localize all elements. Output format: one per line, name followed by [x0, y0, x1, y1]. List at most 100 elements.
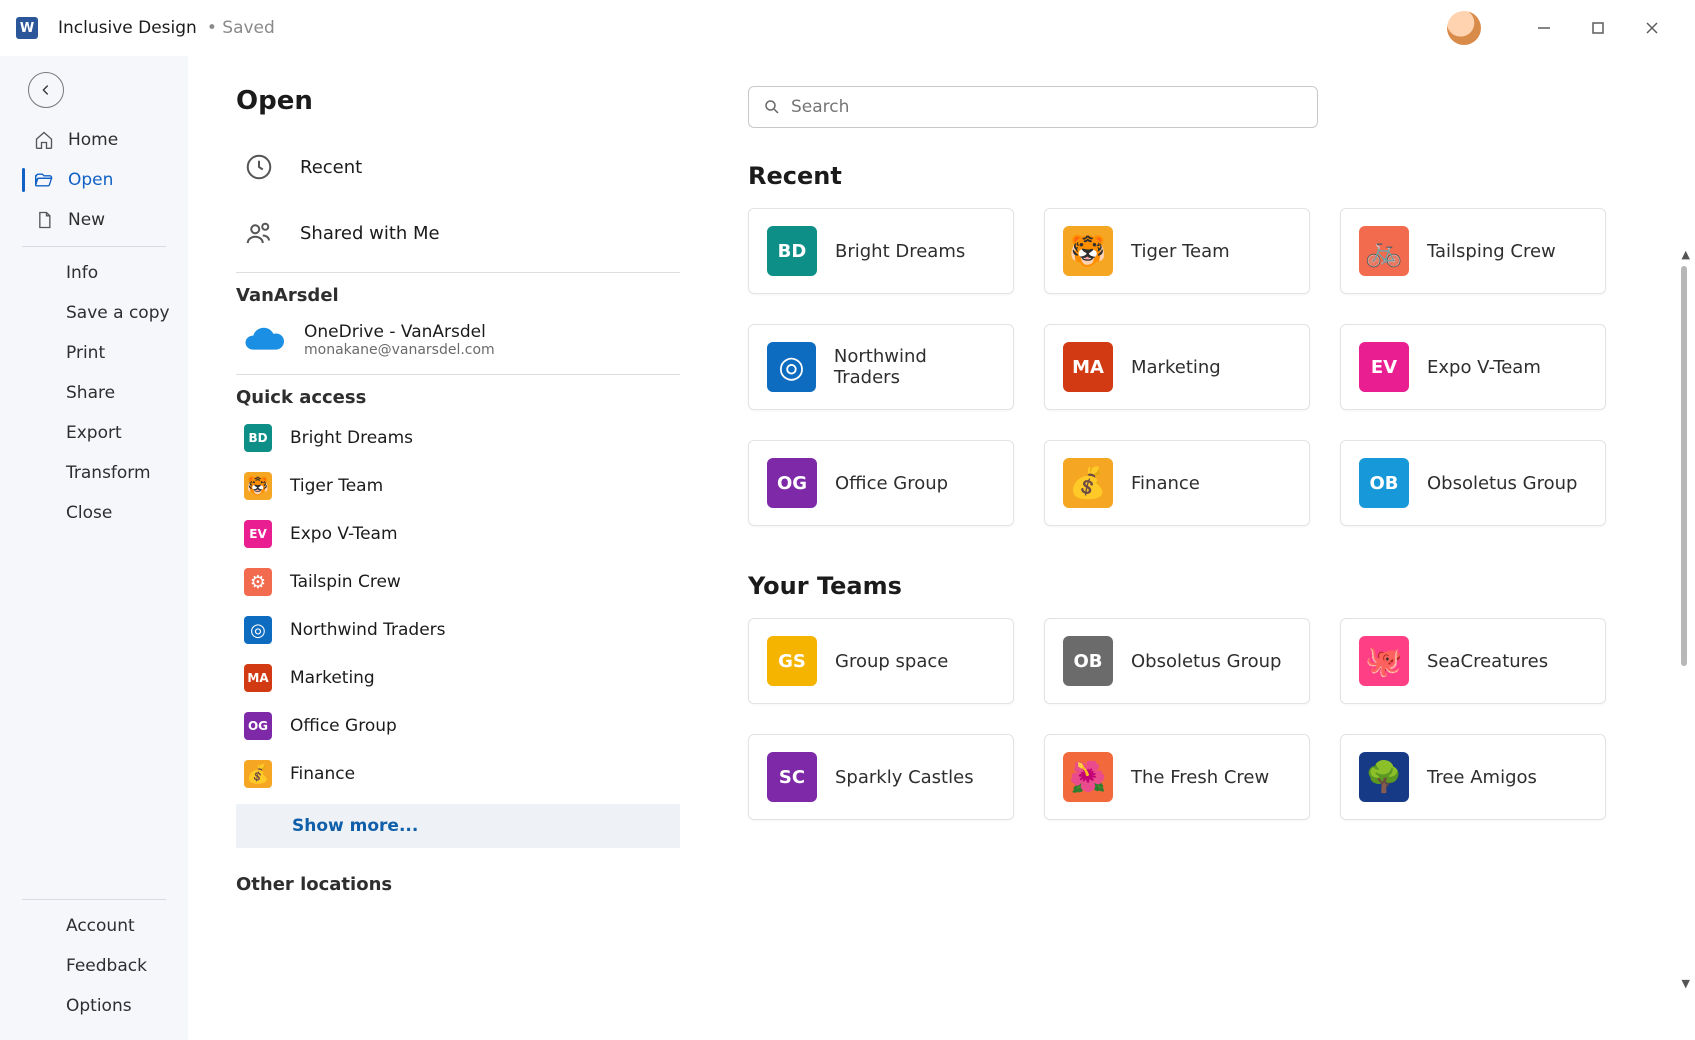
- team-card-label: SeaCreatures: [1427, 651, 1548, 672]
- nav-print-label: Print: [66, 343, 105, 363]
- quick-access-item[interactable]: BD Bright Dreams: [236, 414, 680, 462]
- account-section-label: VanArsdel: [236, 285, 680, 306]
- team-card[interactable]: 🐙 SeaCreatures: [1340, 618, 1606, 704]
- nav-account-label: Account: [66, 916, 135, 936]
- team-card[interactable]: OBObsoletus Group: [1044, 618, 1310, 704]
- nav-new[interactable]: New: [0, 200, 188, 240]
- team-card-label: Sparkly Castles: [835, 767, 974, 788]
- search-box[interactable]: [748, 86, 1318, 128]
- nav-divider: [22, 246, 166, 247]
- nav-feedback[interactable]: Feedback: [0, 946, 188, 986]
- team-card[interactable]: BD Bright Dreams: [748, 208, 1014, 294]
- nav-transform[interactable]: Transform: [0, 453, 188, 493]
- team-card-label: Northwind Traders: [834, 346, 995, 388]
- team-tile-icon: GS: [767, 636, 817, 686]
- nav-save-copy[interactable]: Save a copy: [0, 293, 188, 333]
- team-card[interactable]: EVExpo V-Team: [1340, 324, 1606, 410]
- nav-open[interactable]: Open: [0, 160, 188, 200]
- quick-access-item-label: Northwind Traders: [290, 620, 446, 640]
- window: W Inclusive Design • Saved Home Open New: [0, 0, 1695, 1040]
- recent-heading: Recent: [748, 162, 1645, 190]
- teams-heading: Your Teams: [748, 572, 1645, 600]
- scrollbar-thumb[interactable]: [1681, 266, 1687, 666]
- nav-close[interactable]: Close: [0, 493, 188, 533]
- team-card[interactable]: 🐯 Tiger Team: [1044, 208, 1310, 294]
- team-card[interactable]: OGOffice Group: [748, 440, 1014, 526]
- scroll-up-icon[interactable]: ▲: [1682, 248, 1690, 261]
- quick-access-item-label: Bright Dreams: [290, 428, 413, 448]
- nav-new-label: New: [68, 210, 105, 230]
- clock-icon: [242, 150, 276, 184]
- source-recent-label: Recent: [300, 157, 362, 178]
- team-card-label: Obsoletus Group: [1427, 473, 1577, 494]
- team-card[interactable]: 💰Finance: [1044, 440, 1310, 526]
- quick-access-item[interactable]: OGOffice Group: [236, 702, 680, 750]
- nav-options[interactable]: Options: [0, 986, 188, 1026]
- scroll-down-icon[interactable]: ▼: [1682, 977, 1690, 990]
- team-tile-icon: OG: [244, 712, 272, 740]
- nav-transform-label: Transform: [66, 463, 151, 483]
- team-card[interactable]: OBObsoletus Group: [1340, 440, 1606, 526]
- team-card[interactable]: 🚲Tailsping Crew: [1340, 208, 1606, 294]
- quick-access-item[interactable]: 💰Finance: [236, 750, 680, 798]
- search-icon: [763, 98, 781, 116]
- source-shared-label: Shared with Me: [300, 223, 440, 244]
- other-locations-label: Other locations: [236, 874, 680, 895]
- quick-access-item-label: Marketing: [290, 668, 375, 688]
- team-tile-icon: 💰: [244, 760, 272, 788]
- quick-access-item[interactable]: ◎ Northwind Traders: [236, 606, 680, 654]
- nav-share[interactable]: Share: [0, 373, 188, 413]
- nav-home[interactable]: Home: [0, 120, 188, 160]
- nav-export-label: Export: [66, 423, 122, 443]
- nav-home-label: Home: [68, 130, 118, 150]
- nav-info-label: Info: [66, 263, 98, 283]
- nav-close-label: Close: [66, 503, 112, 523]
- window-minimize[interactable]: [1517, 8, 1571, 48]
- quick-access-item[interactable]: MAMarketing: [236, 654, 680, 702]
- window-close[interactable]: [1625, 8, 1679, 48]
- source-recent[interactable]: Recent: [236, 134, 680, 200]
- onedrive-sub: monakane@vanarsdel.com: [304, 342, 495, 358]
- team-tile-icon: BD: [244, 424, 272, 452]
- source-shared[interactable]: Shared with Me: [236, 200, 680, 266]
- team-tile-icon: 🐙: [1359, 636, 1409, 686]
- people-icon: [242, 216, 276, 250]
- search-input[interactable]: [791, 97, 1303, 117]
- nav-info[interactable]: Info: [0, 253, 188, 293]
- team-card[interactable]: 🌳Tree Amigos: [1340, 734, 1606, 820]
- team-tile-icon: OB: [1063, 636, 1113, 686]
- team-tile-icon: 🌳: [1359, 752, 1409, 802]
- team-tile-icon: ◎: [244, 616, 272, 644]
- team-tile-icon: EV: [244, 520, 272, 548]
- team-tile-icon: BD: [767, 226, 817, 276]
- team-card-label: Finance: [1131, 473, 1200, 494]
- team-card[interactable]: SCSparkly Castles: [748, 734, 1014, 820]
- team-card[interactable]: GSGroup space: [748, 618, 1014, 704]
- team-card[interactable]: ◎Northwind Traders: [748, 324, 1014, 410]
- nav-print[interactable]: Print: [0, 333, 188, 373]
- team-tile-icon: MA: [1063, 342, 1113, 392]
- onedrive-account[interactable]: OneDrive - VanArsdel monakane@vanarsdel.…: [236, 312, 680, 368]
- team-card-label: Bright Dreams: [835, 241, 965, 262]
- back-button[interactable]: [28, 72, 64, 108]
- nav-account[interactable]: Account: [0, 906, 188, 946]
- team-card-label: Expo V-Team: [1427, 357, 1541, 378]
- quick-access-label: Quick access: [236, 387, 680, 408]
- quick-access-item[interactable]: EVExpo V-Team: [236, 510, 680, 558]
- team-tile-icon: 🐯: [1063, 226, 1113, 276]
- team-tile-icon: 🌺: [1063, 752, 1113, 802]
- titlebar: W Inclusive Design • Saved: [0, 0, 1695, 56]
- backstage-nav: Home Open New Info Save a copy Print Sha…: [0, 56, 188, 1040]
- quick-access-item[interactable]: 🐯Tiger Team: [236, 462, 680, 510]
- team-card-label: Tiger Team: [1131, 241, 1230, 262]
- team-card[interactable]: 🌺The Fresh Crew: [1044, 734, 1310, 820]
- show-more-button[interactable]: Show more...: [236, 804, 680, 848]
- team-card[interactable]: MAMarketing: [1044, 324, 1310, 410]
- nav-export[interactable]: Export: [0, 413, 188, 453]
- quick-access-item-label: Tiger Team: [290, 476, 383, 496]
- user-avatar[interactable]: [1447, 11, 1481, 45]
- window-maximize[interactable]: [1571, 8, 1625, 48]
- content-panel: Recent BD Bright Dreams 🐯 Tiger Team 🚲Tailsp…: [728, 56, 1695, 1040]
- onedrive-icon: [242, 325, 284, 355]
- quick-access-item[interactable]: ⚙Tailspin Crew: [236, 558, 680, 606]
